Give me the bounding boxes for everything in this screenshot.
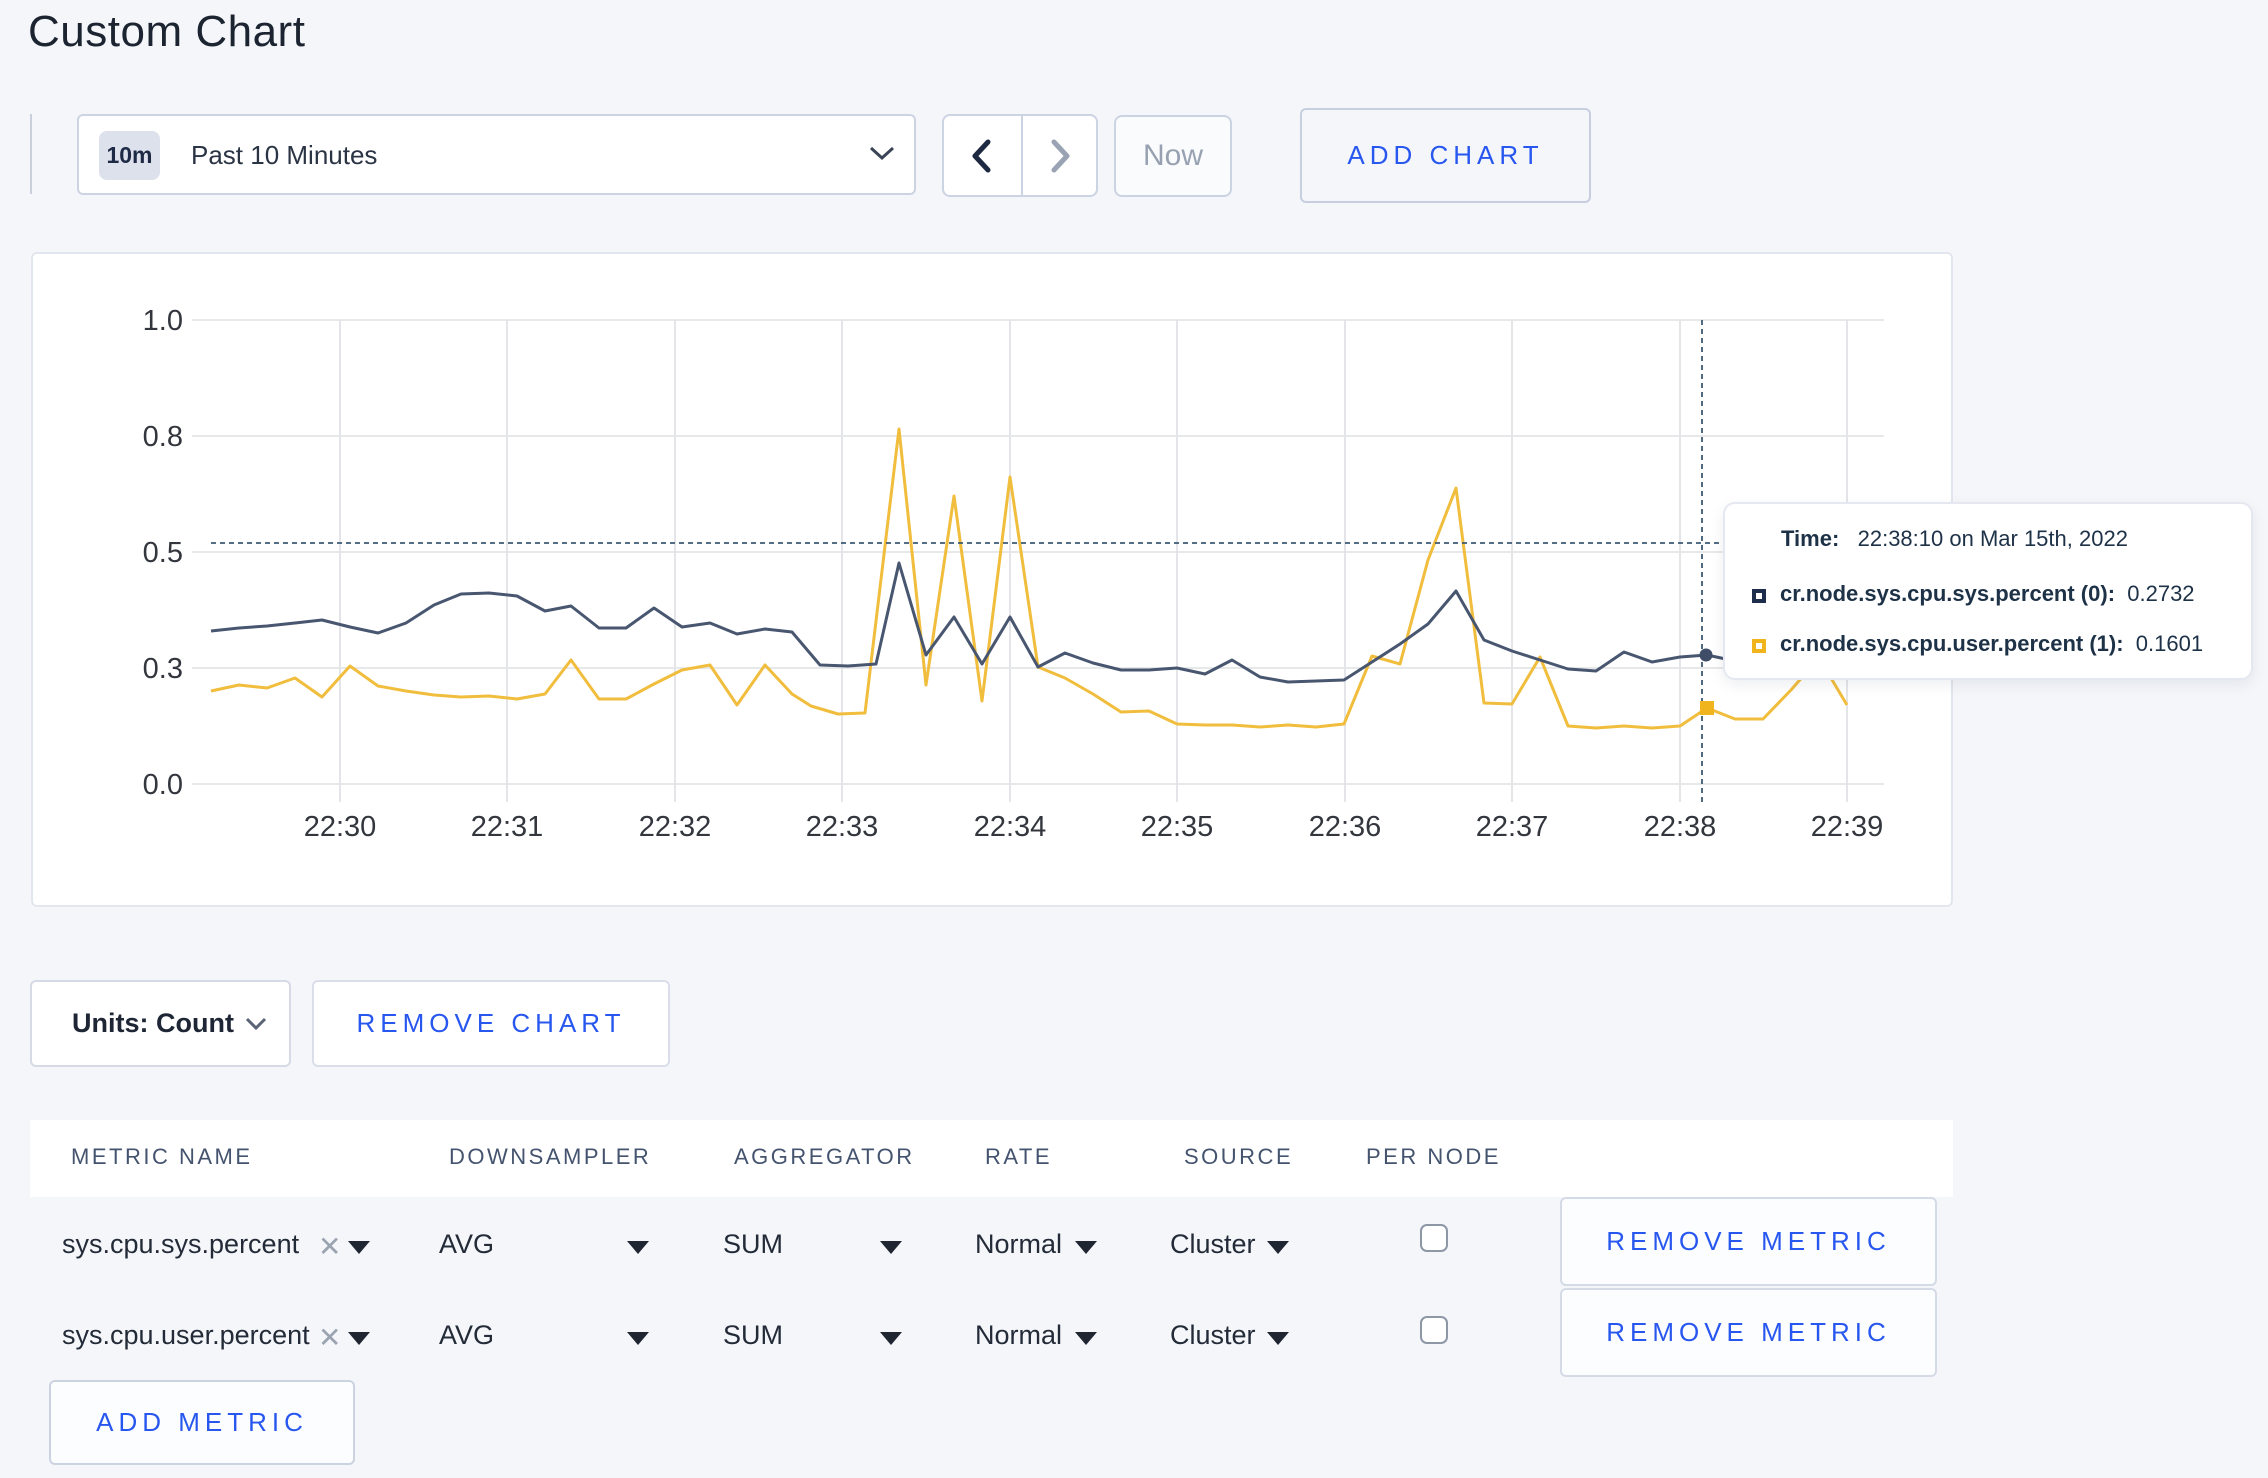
svg-text:0.8: 0.8 — [143, 421, 183, 453]
svg-text:22:38: 22:38 — [1644, 811, 1717, 843]
svg-text:22:39: 22:39 — [1811, 811, 1884, 843]
svg-text:22:33: 22:33 — [806, 811, 879, 843]
svg-text:22:30: 22:30 — [304, 811, 377, 843]
svg-text:22:32: 22:32 — [639, 811, 712, 843]
svg-text:22:35: 22:35 — [1141, 811, 1214, 843]
svg-text:22:34: 22:34 — [974, 811, 1047, 843]
svg-text:0.0: 0.0 — [143, 769, 183, 801]
svg-text:1.0: 1.0 — [143, 305, 183, 337]
svg-text:0.3: 0.3 — [143, 653, 183, 685]
svg-text:22:37: 22:37 — [1476, 811, 1549, 843]
svg-text:0.5: 0.5 — [143, 537, 183, 569]
svg-text:22:31: 22:31 — [471, 811, 544, 843]
svg-text:22:36: 22:36 — [1309, 811, 1382, 843]
